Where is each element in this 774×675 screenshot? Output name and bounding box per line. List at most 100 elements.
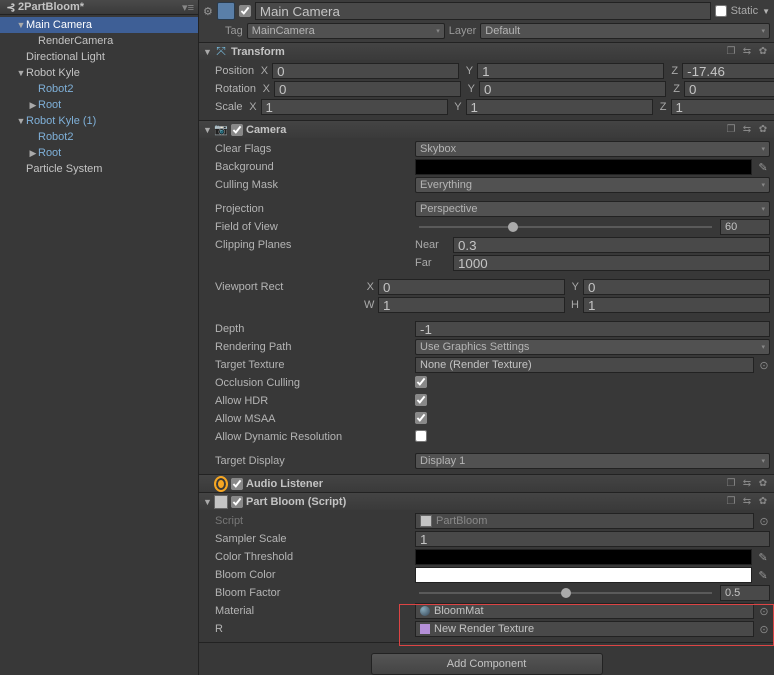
gear-icon[interactable]: ✿: [756, 495, 770, 509]
layer-dropdown[interactable]: Default▾: [480, 23, 770, 39]
samplerscale-field[interactable]: [415, 531, 770, 547]
rotation-z-field[interactable]: [684, 81, 774, 97]
component-title: Camera: [246, 124, 721, 136]
gameobject-active-checkbox[interactable]: [239, 5, 251, 17]
targetdisplay-dropdown[interactable]: Display 1▾: [415, 453, 770, 469]
rotation-x-field[interactable]: [274, 81, 461, 97]
hierarchy-item[interactable]: ·Robot2: [0, 81, 198, 97]
gameobject-name-field[interactable]: [255, 2, 711, 20]
hierarchy-menu-icon[interactable]: ▾≡: [182, 1, 194, 14]
position-x-field[interactable]: [272, 63, 459, 79]
object-picker-icon[interactable]: ⊙: [758, 605, 770, 618]
gameobject-icon[interactable]: [217, 2, 235, 20]
expand-tri-icon[interactable]: ▼: [16, 68, 26, 78]
eyedropper-icon[interactable]: ✎: [756, 160, 770, 174]
static-dropdown-icon[interactable]: ▼: [762, 7, 770, 16]
hierarchy-label: Root: [38, 99, 61, 111]
colorthreshold-field[interactable]: [415, 549, 752, 565]
allowhdr-checkbox[interactable]: [415, 394, 427, 406]
hierarchy-item[interactable]: ▶Root: [0, 97, 198, 113]
static-checkbox[interactable]: [715, 5, 727, 17]
component-title: Transform: [231, 46, 721, 58]
background-color-field[interactable]: [415, 159, 752, 175]
cullingmask-dropdown[interactable]: Everything▾: [415, 177, 770, 193]
expand-tri-icon[interactable]: ▶: [28, 100, 38, 111]
material-field[interactable]: BloomMat: [415, 603, 754, 619]
help-icon[interactable]: ❐: [724, 45, 738, 59]
hierarchy-item[interactable]: ·Robot2: [0, 129, 198, 145]
expand-tri-icon[interactable]: ▼: [16, 116, 26, 126]
position-y-field[interactable]: [477, 63, 664, 79]
collapse-tri-icon[interactable]: ▼: [203, 125, 211, 135]
preset-icon[interactable]: ⇆: [740, 477, 754, 491]
preset-icon[interactable]: ⇆: [740, 495, 754, 509]
expand-tri-icon[interactable]: ▶: [28, 148, 38, 159]
preset-icon[interactable]: ⇆: [740, 123, 754, 137]
hierarchy-item[interactable]: ▶Root: [0, 145, 198, 161]
object-picker-icon[interactable]: ⊙: [758, 515, 770, 528]
rendertexture-field[interactable]: New Render Texture: [415, 621, 754, 637]
targettexture-field[interactable]: None (Render Texture): [415, 357, 754, 373]
component-header[interactable]: ▼ 📷 Camera ❐ ⇆ ✿: [199, 121, 774, 138]
hierarchy-item-main-camera[interactable]: ▼Main Camera: [0, 17, 198, 33]
occlusionculling-checkbox[interactable]: [415, 376, 427, 388]
hierarchy-item[interactable]: ·RenderCamera: [0, 33, 198, 49]
rotation-y-field[interactable]: [479, 81, 666, 97]
near-field[interactable]: [453, 237, 770, 253]
eyedropper-icon[interactable]: ✎: [756, 568, 770, 582]
renderingpath-dropdown[interactable]: Use Graphics Settings▾: [415, 339, 770, 355]
expand-tri-icon[interactable]: ▼: [16, 20, 26, 30]
hierarchy-label: Particle System: [26, 163, 102, 175]
projection-dropdown[interactable]: Perspective▾: [415, 201, 770, 217]
depth-field[interactable]: [415, 321, 770, 337]
script-enable-checkbox[interactable]: [231, 496, 243, 508]
collapse-tri-icon[interactable]: ▼: [203, 47, 211, 57]
gear-icon[interactable]: ⚙: [203, 5, 213, 18]
camera-enable-checkbox[interactable]: [231, 124, 243, 136]
scale-label: Scale: [203, 101, 243, 113]
component-header[interactable]: ▼ Part Bloom (Script) ❐ ⇆ ✿: [199, 493, 774, 510]
clearflags-dropdown[interactable]: Skybox▾: [415, 141, 770, 157]
allowmsaa-checkbox[interactable]: [415, 412, 427, 424]
preset-icon[interactable]: ⇆: [740, 45, 754, 59]
add-component-button[interactable]: Add Component: [371, 653, 603, 675]
cullingmask-label: Culling Mask: [203, 179, 411, 191]
help-icon[interactable]: ❐: [724, 123, 738, 137]
help-icon[interactable]: ❐: [724, 477, 738, 491]
help-icon[interactable]: ❐: [724, 495, 738, 509]
position-z-field[interactable]: [682, 63, 774, 79]
object-picker-icon[interactable]: ⊙: [758, 359, 770, 372]
scale-x-field[interactable]: [261, 99, 448, 115]
hierarchy-label: Robot Kyle (1): [26, 115, 96, 127]
dynres-checkbox[interactable]: [415, 430, 427, 442]
viewport-w-field[interactable]: [378, 297, 565, 313]
bloomfactor-slider[interactable]: [415, 592, 716, 594]
viewport-y-field[interactable]: [583, 279, 770, 295]
eyedropper-icon[interactable]: ✎: [756, 550, 770, 564]
hierarchy-item[interactable]: ▼Robot Kyle (1): [0, 113, 198, 129]
object-picker-icon[interactable]: ⊙: [758, 623, 770, 636]
fov-slider[interactable]: [415, 226, 716, 228]
bloomfactor-value[interactable]: 0.5: [720, 585, 770, 601]
hierarchy-item[interactable]: ·Particle System: [0, 161, 198, 177]
renderingpath-label: Rendering Path: [203, 341, 411, 353]
component-header[interactable]: Audio Listener ❐ ⇆ ✿: [199, 475, 774, 492]
collapse-tri-icon[interactable]: ▼: [203, 497, 211, 507]
gear-icon[interactable]: ✿: [756, 45, 770, 59]
scale-z-field[interactable]: [671, 99, 774, 115]
gear-icon[interactable]: ✿: [756, 123, 770, 137]
audiolistener-enable-checkbox[interactable]: [231, 478, 243, 490]
viewport-h-field[interactable]: [583, 297, 770, 313]
hierarchy-item[interactable]: ·Directional Light: [0, 49, 198, 65]
component-header[interactable]: ▼ ⤧ Transform ❐ ⇆ ✿: [199, 43, 774, 60]
gear-icon[interactable]: ✿: [756, 477, 770, 491]
gameobject-header: ⚙ Static ▼ Tag MainCamera▾ Layer Default…: [199, 0, 774, 43]
scale-y-field[interactable]: [466, 99, 653, 115]
bloomcolor-field[interactable]: [415, 567, 752, 583]
tag-dropdown[interactable]: MainCamera▾: [247, 23, 445, 39]
far-field[interactable]: [453, 255, 770, 271]
hierarchy-item[interactable]: ▼Robot Kyle: [0, 65, 198, 81]
fov-value[interactable]: 60: [720, 219, 770, 235]
viewport-x-field[interactable]: [378, 279, 565, 295]
scene-name[interactable]: 2PartBloom*: [18, 1, 182, 13]
